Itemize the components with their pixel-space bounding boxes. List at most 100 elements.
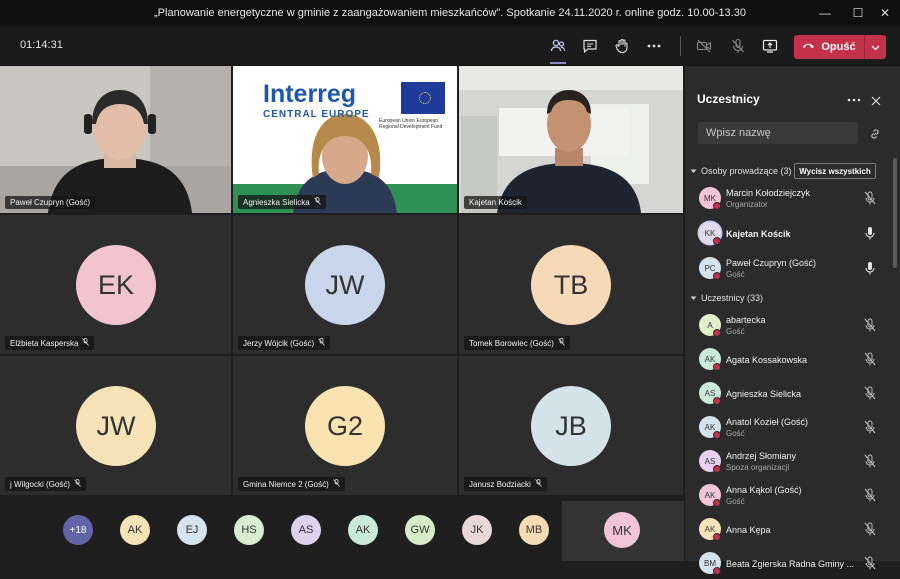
mic-muted-icon <box>313 197 321 207</box>
status-dot <box>713 329 721 337</box>
strip-avatar[interactable]: AS <box>291 515 321 545</box>
video-tile[interactable]: Kajetan Kościk <box>459 66 683 213</box>
video-tile[interactable]: Paweł Czupryn (Gość) <box>0 66 231 213</box>
status-dot <box>713 237 721 245</box>
avatar: TB <box>531 245 611 325</box>
avatar-initials: KK <box>704 228 716 238</box>
mic-muted-icon[interactable] <box>863 453 877 469</box>
status-dot <box>713 363 721 371</box>
mic-muted-icon[interactable] <box>863 555 877 571</box>
avatar-initials: TB <box>553 269 589 300</box>
participant-row[interactable]: AK Anna Kępa <box>685 515 895 545</box>
overflow-count: +18 <box>69 524 87 536</box>
strip-avatar[interactable]: AK <box>120 515 150 545</box>
more-options-icon[interactable] <box>847 92 861 110</box>
strip-avatar[interactable]: GW <box>405 515 435 545</box>
close-window-icon[interactable]: ✕ <box>870 0 900 26</box>
participant-row[interactable]: AS Agnieszka Sielicka <box>685 379 895 409</box>
mic-off-icon[interactable] <box>726 34 750 58</box>
avatar-initials: AK <box>704 422 716 432</box>
avatar-initials: AK <box>704 354 716 364</box>
video-tile[interactable]: Interreg CENTRAL EUROPE European Union E… <box>233 66 457 213</box>
participant-row[interactable]: Aabartecka Gość <box>685 311 895 341</box>
participant-tile[interactable]: JW j Wilgocki (Gość) <box>0 356 231 495</box>
mic-icon[interactable] <box>863 260 877 276</box>
participants-panel: Uczestnicy Osoby prowadzące (3) Wycisz w… <box>684 66 900 575</box>
panel-scrollbar[interactable] <box>893 158 897 268</box>
avatar-initials: EJ <box>185 524 199 536</box>
leave-options-dropdown[interactable] <box>864 35 886 59</box>
active-tab-indicator <box>550 62 566 64</box>
section-label: Uczestnicy (33) <box>701 293 764 303</box>
mic-muted-icon[interactable] <box>863 317 877 333</box>
chat-icon[interactable] <box>578 34 602 58</box>
participant-name-badge: Paweł Czupryn (Gość) <box>5 196 96 209</box>
share-invite-icon[interactable] <box>869 127 881 145</box>
strip-avatar[interactable]: AK <box>348 515 378 545</box>
mic-muted-icon[interactable] <box>863 190 877 206</box>
participant-row[interactable]: MK Marcin Kołodziejczyk Organizator <box>685 184 895 214</box>
strip-avatar[interactable]: EJ <box>177 515 207 545</box>
more-actions-icon[interactable] <box>642 34 666 58</box>
participant-tile[interactable]: TB Tomek Borowiec (Gość) <box>459 215 683 354</box>
minimize-icon[interactable]: — <box>810 0 840 26</box>
chevron-down-icon <box>871 38 880 56</box>
participant-name: Elżbieta Kasperska <box>10 338 79 348</box>
mic-muted-icon[interactable] <box>863 385 877 401</box>
participant-tile[interactable]: EK Elżbieta Kasperska <box>0 215 231 354</box>
participant-row[interactable]: AS Andrzej Słomiany Spoza organizacji <box>685 447 895 477</box>
mic-muted-icon <box>74 479 81 489</box>
participant-role: Gość <box>726 497 745 506</box>
mic-icon[interactable] <box>863 225 877 241</box>
close-icon[interactable] <box>871 93 881 111</box>
self-avatar: MK <box>604 512 640 548</box>
strip-avatar[interactable]: JK <box>462 515 492 545</box>
participant-name: Paweł Czupryn (Gość) <box>10 198 91 207</box>
strip-avatar[interactable]: MB <box>519 515 549 545</box>
participant-row[interactable]: PC Paweł Czupryn (Gość) Gość <box>685 254 895 284</box>
raise-hand-icon[interactable] <box>610 34 634 58</box>
avatar-initials: AK <box>355 524 371 536</box>
participants-icon[interactable] <box>546 34 570 58</box>
avatar-initials: BM <box>704 558 716 568</box>
presenters-section-header[interactable]: Osoby prowadzące (3) <box>690 166 792 176</box>
strip-avatar[interactable]: HS <box>234 515 264 545</box>
self-view-tile[interactable]: MK <box>562 501 684 561</box>
avatar-initials: AS <box>298 524 314 536</box>
maximize-icon[interactable]: ☐ <box>843 0 873 26</box>
participant-name: Kajetan Kościk <box>469 198 522 207</box>
avatar-initials: MK <box>704 193 716 203</box>
participant-tile[interactable]: JW Jerzy Wójcik (Gość) <box>233 215 457 354</box>
toolbar-divider <box>680 36 681 56</box>
participant-role: Gość <box>726 429 745 438</box>
participant-row[interactable]: KK Kajetan Kościk <box>685 219 895 249</box>
participant-role: Organizator <box>726 200 768 209</box>
mic-muted-icon <box>318 338 325 348</box>
mic-muted-icon[interactable] <box>863 521 877 537</box>
camera-off-icon[interactable] <box>692 34 716 58</box>
participant-tile[interactable]: JB Janusz Bodziacki <box>459 356 683 495</box>
avatar-initials: JK <box>470 524 484 536</box>
avatar-initials: G2 <box>326 410 364 441</box>
mic-muted-icon[interactable] <box>863 419 877 435</box>
participant-tile[interactable]: G2 Gmina Niemce 2 (Gość) <box>233 356 457 495</box>
avatar-initials: AK <box>704 524 716 534</box>
participant-row[interactable]: AK Anna Kąkol (Gość) Gość <box>685 481 895 511</box>
overflow-participants-button[interactable]: +18 <box>63 515 93 545</box>
leave-button[interactable]: Opuść <box>794 35 864 59</box>
attendees-section-header[interactable]: Uczestnicy (33) <box>690 293 763 303</box>
avatar-initials: AK <box>704 490 716 500</box>
participant-search-input[interactable] <box>698 122 858 144</box>
mic-muted-icon[interactable] <box>863 351 877 367</box>
participant-name: abartecka <box>726 315 766 325</box>
meeting-timer: 01:14:31 <box>20 39 63 51</box>
participant-row[interactable]: AK Agata Kossakowska <box>685 345 895 375</box>
share-screen-icon[interactable] <box>758 34 782 58</box>
mute-all-button[interactable]: Wycisz wszystkich <box>794 163 876 179</box>
participant-row[interactable]: BM Beata Zgierska Radna Gminy ... <box>685 549 895 579</box>
participant-name: Jerzy Wójcik (Gość) <box>243 338 315 348</box>
status-dot <box>713 202 721 210</box>
mic-muted-icon[interactable] <box>863 487 877 503</box>
participant-row[interactable]: AK Anatol Kozieł (Gość) Gość <box>685 413 895 443</box>
participant-name-badge: Elżbieta Kasperska <box>5 336 95 350</box>
